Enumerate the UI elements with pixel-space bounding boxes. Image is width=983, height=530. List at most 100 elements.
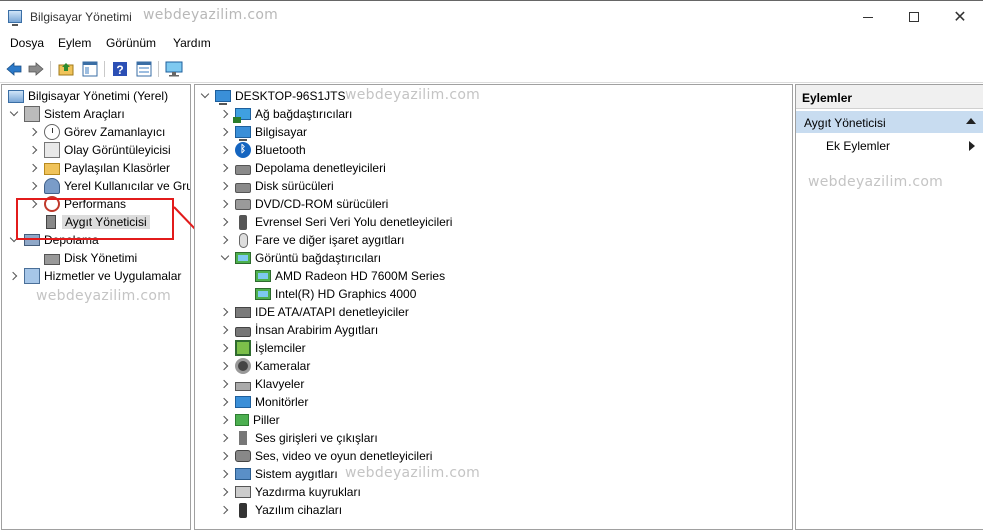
- chevron-down-icon[interactable]: [219, 252, 231, 264]
- device-category-row[interactable]: Sistem aygıtları: [219, 465, 338, 483]
- device-category-row[interactable]: Görüntü bağdaştırıcıları: [219, 249, 381, 267]
- device-category-label: Evrensel Seri Veri Yolu denetleyicileri: [255, 215, 453, 229]
- up-folder-icon: [58, 63, 74, 76]
- chevron-right-icon[interactable]: [219, 144, 231, 156]
- forward-button[interactable]: [26, 59, 46, 79]
- chevron-right-icon[interactable]: [28, 162, 40, 174]
- chevron-right-icon[interactable]: [8, 270, 20, 282]
- back-button[interactable]: [4, 59, 24, 79]
- chevron-right-icon[interactable]: [28, 126, 40, 138]
- device-category-row[interactable]: Fare ve diğer işaret aygıtları: [219, 231, 404, 249]
- chevron-right-icon[interactable]: [28, 180, 40, 192]
- display-adapter-device-row[interactable]: AMD Radeon HD 7600M Series: [251, 267, 445, 285]
- chevron-down-icon[interactable]: [8, 108, 20, 120]
- help-button[interactable]: ?: [110, 59, 130, 79]
- device-category-row[interactable]: Evrensel Seri Veri Yolu denetleyicileri: [219, 213, 452, 231]
- chevron-right-icon[interactable]: [219, 396, 231, 408]
- maximize-button[interactable]: [891, 1, 937, 33]
- chevron-right-icon[interactable]: [28, 144, 40, 156]
- chevron-right-icon[interactable]: [219, 180, 231, 192]
- chevron-down-icon[interactable]: [199, 90, 211, 102]
- device-category-row[interactable]: İnsan Arabirim Aygıtları: [219, 321, 378, 339]
- tree-node-shared-folders[interactable]: Paylaşılan Klasörler: [28, 159, 170, 177]
- toolbar-separator: [50, 61, 51, 77]
- device-category-row[interactable]: Klavyeler: [219, 375, 304, 393]
- scan-hardware-button[interactable]: [164, 59, 184, 79]
- shared-folder-icon: [44, 163, 60, 175]
- device-category-row[interactable]: Monitörler: [219, 393, 308, 411]
- show-hide-tree-button[interactable]: [80, 59, 100, 79]
- tree-node-disk-management[interactable]: Disk Yönetimi: [40, 249, 137, 267]
- close-button[interactable]: ✕: [937, 1, 983, 33]
- chevron-right-icon[interactable]: [219, 216, 231, 228]
- tree-node-services-applications[interactable]: Hizmetler ve Uygulamalar: [8, 267, 181, 285]
- tree-node-computer-management[interactable]: Bilgisayar Yönetimi (Yerel): [4, 87, 168, 105]
- display-adapter-device-label: AMD Radeon HD 7600M Series: [275, 269, 446, 283]
- device-category-row[interactable]: IDE ATA/ATAPI denetleyiciler: [219, 303, 409, 321]
- chevron-right-icon[interactable]: [219, 342, 231, 354]
- device-category-row[interactable]: Depolama denetleyicileri: [219, 159, 386, 177]
- chevron-right-icon[interactable]: [219, 468, 231, 480]
- chevron-right-icon[interactable]: [219, 108, 231, 120]
- tree-node-task-scheduler[interactable]: Görev Zamanlayıcı: [28, 123, 165, 141]
- chevron-right-icon[interactable]: [219, 378, 231, 390]
- audio-io-icon: [239, 431, 247, 445]
- device-category-row[interactable]: DVD/CD-ROM sürücüleri: [219, 195, 388, 213]
- menu-file[interactable]: Dosya: [10, 36, 44, 50]
- disk-management-icon: [44, 254, 60, 265]
- menu-view[interactable]: Görünüm: [106, 36, 156, 50]
- device-category-row[interactable]: İşlemciler: [219, 339, 306, 357]
- device-category-label: Bluetooth: [255, 143, 306, 157]
- actions-section-label: Aygıt Yöneticisi: [804, 116, 886, 130]
- device-category-row[interactable]: Ses, video ve oyun denetleyicileri: [219, 447, 432, 465]
- chevron-right-icon[interactable]: [219, 360, 231, 372]
- more-actions-item[interactable]: Ek Eylemler: [826, 139, 890, 153]
- device-category-row[interactable]: Ses girişleri ve çıkışları: [219, 429, 378, 447]
- minimize-button[interactable]: [845, 1, 891, 33]
- chevron-right-icon[interactable]: [219, 450, 231, 462]
- device-category-row[interactable]: Yazdırma kuyrukları: [219, 483, 361, 501]
- chevron-right-icon[interactable]: [219, 432, 231, 444]
- menu-help[interactable]: Yardım: [173, 36, 211, 50]
- device-category-row[interactable]: ᛒ Bluetooth: [219, 141, 306, 159]
- actions-header: Eylemler: [796, 85, 983, 109]
- chevron-right-icon[interactable]: [219, 126, 231, 138]
- properties-button[interactable]: [134, 59, 154, 79]
- tree-node-system-tools[interactable]: Sistem Araçları: [8, 105, 125, 123]
- chevron-right-icon[interactable]: [219, 306, 231, 318]
- computer-management-icon: [8, 89, 24, 103]
- device-category-row[interactable]: Yazılım cihazları: [219, 501, 342, 519]
- chevron-right-icon[interactable]: [219, 234, 231, 246]
- window-title: Bilgisayar Yönetimi: [30, 10, 132, 24]
- device-category-row[interactable]: Kameralar: [219, 357, 310, 375]
- device-category-row[interactable]: Piller: [219, 411, 280, 429]
- tree-node-event-viewer[interactable]: Olay Görüntüleyicisi: [28, 141, 171, 159]
- network-adapter-icon: [233, 108, 251, 123]
- monitor-icon: [235, 396, 251, 408]
- toolbar-separator: [104, 61, 105, 77]
- submenu-arrow-icon[interactable]: [969, 141, 975, 151]
- collapse-up-icon[interactable]: [966, 118, 976, 124]
- up-one-level-button[interactable]: [56, 59, 76, 79]
- display-adapter-device-row[interactable]: Intel(R) HD Graphics 4000: [251, 285, 416, 303]
- tree-node-local-users[interactable]: Yerel Kullanıcılar ve Gru: [28, 177, 190, 195]
- device-tree-root[interactable]: DESKTOP-96S1JTS: [199, 87, 345, 105]
- display-adapter-icon: [255, 270, 271, 282]
- device-category-row[interactable]: Disk sürücüleri: [219, 177, 334, 195]
- camera-icon: [235, 358, 251, 374]
- title-bar: Bilgisayar Yönetimi webdeyazilim.com ✕: [0, 0, 983, 32]
- chevron-right-icon[interactable]: [219, 504, 231, 516]
- chevron-right-icon[interactable]: [219, 414, 231, 426]
- device-category-label: Fare ve diğer işaret aygıtları: [255, 233, 405, 247]
- device-category-row[interactable]: Ağ bağdaştırıcıları: [219, 105, 352, 123]
- chevron-right-icon[interactable]: [219, 162, 231, 174]
- menu-action[interactable]: Eylem: [58, 36, 91, 50]
- chevron-right-icon[interactable]: [219, 486, 231, 498]
- device-category-label: Piller: [253, 413, 280, 427]
- actions-section-device-manager[interactable]: Aygıt Yöneticisi: [796, 111, 983, 133]
- chevron-right-icon[interactable]: [219, 198, 231, 210]
- chevron-right-icon[interactable]: [219, 324, 231, 336]
- device-category-label: Yazdırma kuyrukları: [255, 485, 361, 499]
- device-category-label: Sistem aygıtları: [255, 467, 338, 481]
- device-category-row[interactable]: Bilgisayar: [219, 123, 307, 141]
